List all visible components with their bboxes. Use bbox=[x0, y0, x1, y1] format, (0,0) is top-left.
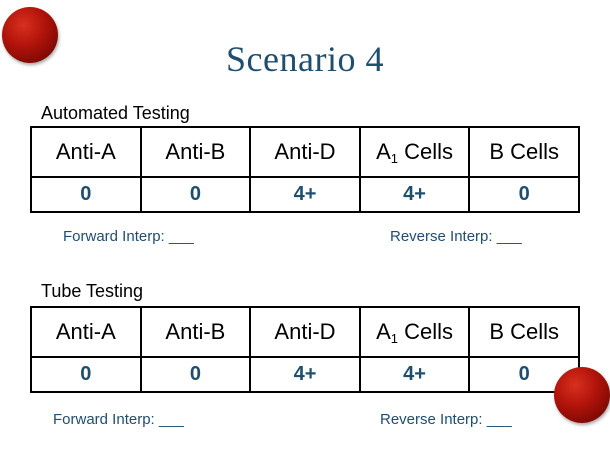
header-cell-a1-cells: A1 Cells bbox=[358, 126, 471, 178]
a1-subscript: 1 bbox=[390, 331, 399, 346]
a1-prefix: A bbox=[376, 139, 391, 164]
automated-reverse-interp: Reverse Interp: ___ bbox=[390, 228, 522, 245]
a1-prefix: A bbox=[376, 319, 391, 344]
header-cell-anti-a: Anti-A bbox=[30, 306, 142, 358]
table-values-row: 0 0 4+ 4+ 0 bbox=[30, 176, 580, 213]
table-header-row: Anti-A Anti-B Anti-D A1 Cells B Cells bbox=[30, 126, 580, 178]
header-cell-anti-d: Anti-D bbox=[249, 306, 361, 358]
automated-forward-interp: Forward Interp: ___ bbox=[63, 228, 194, 245]
tube-reverse-interp: Reverse Interp: ___ bbox=[380, 411, 512, 428]
slide: Scenario 4 Automated Testing Anti-A Anti… bbox=[0, 0, 610, 458]
a1-subscript: 1 bbox=[390, 151, 399, 166]
header-cell-anti-b: Anti-B bbox=[139, 126, 252, 178]
table-values-row: 0 0 4+ 4+ 0 bbox=[30, 356, 580, 393]
a1-cells-text: Cells bbox=[404, 139, 454, 164]
value-cell-anti-b: 0 bbox=[139, 356, 252, 393]
automated-testing-table: Anti-A Anti-B Anti-D A1 Cells B Cells 0 … bbox=[30, 126, 580, 213]
value-cell-b-cells: 0 bbox=[468, 176, 580, 213]
value-cell-anti-d: 4+ bbox=[249, 356, 361, 393]
value-cell-a1-cells: 4+ bbox=[358, 176, 471, 213]
header-cell-anti-a: Anti-A bbox=[30, 126, 142, 178]
value-cell-anti-b: 0 bbox=[139, 176, 252, 213]
header-cell-b-cells: B Cells bbox=[468, 306, 580, 358]
value-cell-anti-a: 0 bbox=[30, 176, 142, 213]
header-cell-b-cells: B Cells bbox=[468, 126, 580, 178]
table-header-row: Anti-A Anti-B Anti-D A1 Cells B Cells bbox=[30, 306, 580, 358]
value-cell-anti-d: 4+ bbox=[249, 176, 361, 213]
automated-testing-label: Automated Testing bbox=[41, 103, 190, 123]
value-cell-anti-a: 0 bbox=[30, 356, 142, 393]
header-cell-anti-d: Anti-D bbox=[249, 126, 361, 178]
value-cell-a1-cells: 4+ bbox=[358, 356, 471, 393]
a1-cells-text: Cells bbox=[404, 319, 454, 344]
tube-testing-table: Anti-A Anti-B Anti-D A1 Cells B Cells 0 … bbox=[30, 306, 580, 393]
tube-testing-label: Tube Testing bbox=[41, 281, 144, 301]
tube-forward-interp: Forward Interp: ___ bbox=[53, 411, 184, 428]
header-cell-anti-b: Anti-B bbox=[139, 306, 252, 358]
header-cell-a1-cells: A1 Cells bbox=[358, 306, 471, 358]
decorative-red-ball bbox=[554, 367, 610, 423]
slide-title: Scenario 4 bbox=[226, 39, 384, 79]
